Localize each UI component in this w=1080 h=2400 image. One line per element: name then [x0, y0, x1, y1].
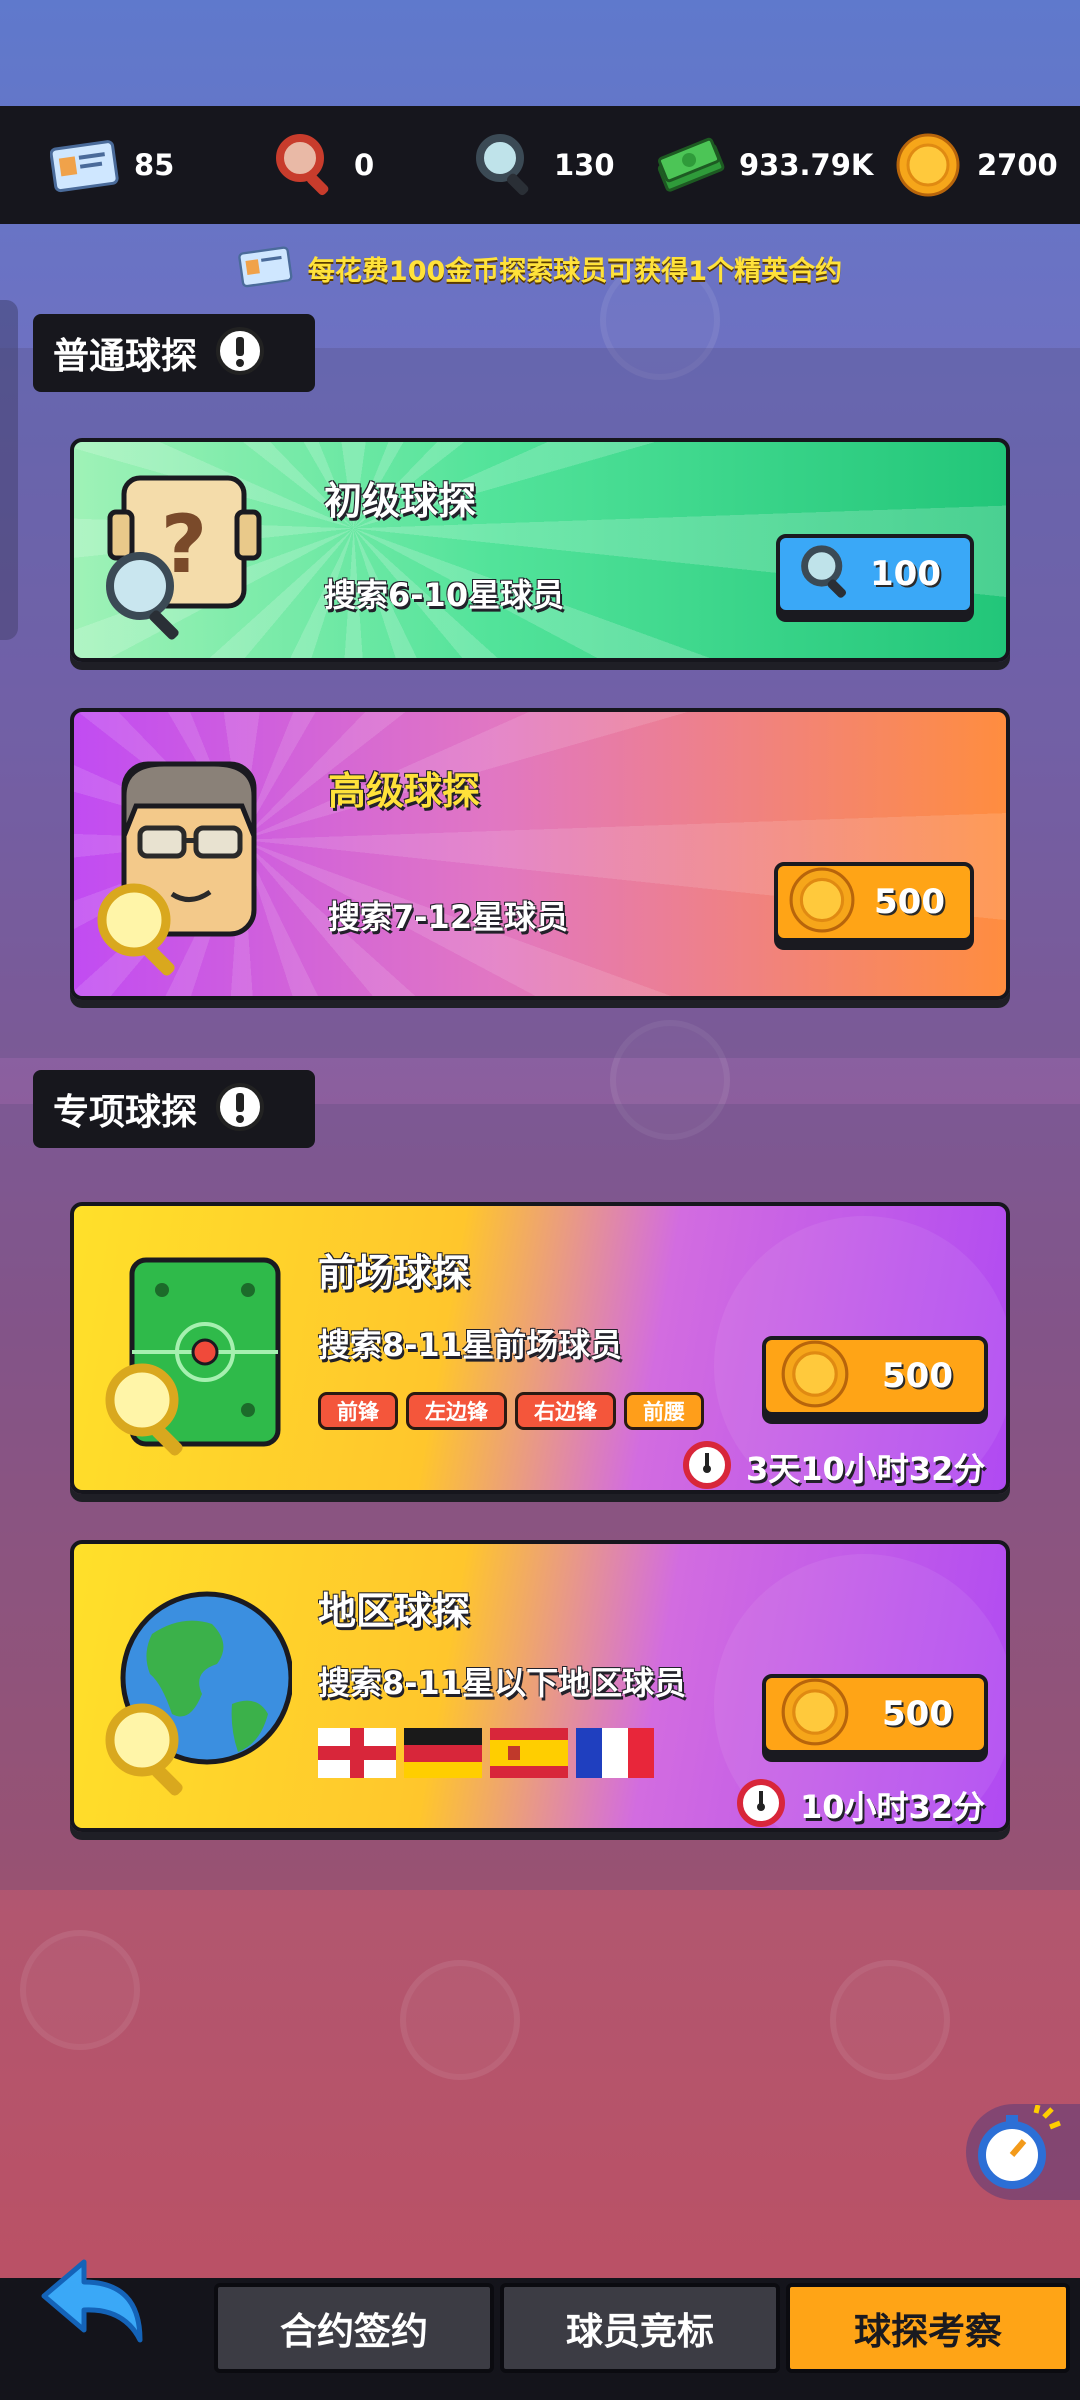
- card-description: 搜索6-10星球员: [324, 576, 565, 614]
- card-title: 地区球探: [318, 1589, 471, 1633]
- region-scout-card[interactable]: 地区球探 搜索8-11星以下地区球员 500 10小时32分: [70, 1540, 1010, 1832]
- england-flag: [318, 1728, 396, 1782]
- position-tag: 右边锋: [515, 1392, 616, 1430]
- gold-coin-icon: [780, 1339, 850, 1413]
- senior-scout-buy-button[interactable]: 500: [774, 862, 974, 942]
- position-tag: 前腰: [624, 1392, 704, 1430]
- senior-scout-card[interactable]: 高级球探 搜索7-12星球员 500: [70, 708, 1010, 1000]
- resource-blue-scout: 130: [470, 106, 615, 224]
- frontcourt-scout-buy-button[interactable]: 500: [762, 1336, 988, 1416]
- mystery-scout-icon: ?: [92, 460, 272, 650]
- cash-stack-icon: [655, 130, 725, 200]
- tab-player-bidding[interactable]: 球员竞标: [500, 2283, 780, 2373]
- tab-contract-signing[interactable]: 合约签约: [214, 2283, 494, 2373]
- red-scout-count: 0: [354, 148, 375, 182]
- resource-contracts: 85: [50, 106, 174, 224]
- refresh-timer: 3天10小时32分: [682, 1440, 986, 1490]
- card-title: 高级球探: [328, 769, 481, 813]
- section-title: 专项球探: [53, 1092, 198, 1133]
- globe-icon: [92, 1584, 294, 1804]
- notice-text: 每花费100金币探索球员可获得1个精英合约: [307, 255, 843, 287]
- junior-scout-card[interactable]: ? 初级球探 搜索6-10星球员 100: [70, 438, 1010, 662]
- blue-magnifier-icon: [470, 130, 540, 200]
- section-title: 普通球探: [53, 336, 198, 377]
- cost-amount: 100: [870, 554, 941, 594]
- resource-red-scout: 0: [270, 106, 374, 224]
- position-tag: 左边锋: [406, 1392, 507, 1430]
- notice-bar: 每花费100金币探索球员可获得1个精英合约: [0, 240, 1080, 296]
- speedup-button[interactable]: [966, 2104, 1080, 2200]
- card-title: 前场球探: [318, 1251, 471, 1295]
- senior-scout-avatar: [94, 756, 294, 976]
- tab-scout-expedition[interactable]: 球探考察: [786, 2283, 1070, 2373]
- spain-flag: [490, 1728, 568, 1782]
- gold-coin-icon: [780, 1677, 850, 1751]
- frontcourt-scout-card[interactable]: 前场球探 搜索8-11星前场球员 前锋 左边锋 右边锋 前腰 500 3天10小…: [70, 1202, 1010, 1494]
- background-ball: [400, 1960, 520, 2080]
- junior-scout-buy-button[interactable]: 100: [776, 534, 974, 614]
- coins-amount: 2700: [977, 148, 1058, 182]
- background-ball: [830, 1960, 950, 2080]
- position-tag: 前锋: [318, 1392, 398, 1430]
- contracts-count: 85: [134, 148, 175, 182]
- back-arrow-icon: [36, 2259, 156, 2360]
- cost-amount: 500: [882, 1694, 953, 1734]
- special-scout-header: 专项球探: [33, 1070, 315, 1148]
- stopwatch-icon: [974, 2104, 1064, 2199]
- cost-amount: 500: [874, 882, 945, 922]
- normal-scout-header: 普通球探: [33, 314, 315, 392]
- cash-amount: 933.79K: [739, 148, 874, 182]
- cost-amount: 500: [882, 1356, 953, 1396]
- contract-card-icon: [238, 244, 294, 292]
- timer-text: 3天10小时32分: [746, 1450, 986, 1488]
- background-ball: [20, 1930, 140, 2050]
- timer-text: 10小时32分: [800, 1788, 986, 1826]
- resource-bar: 85 0 130 933.79K 2700: [0, 106, 1080, 224]
- germany-flag: [404, 1728, 482, 1782]
- resource-cash: 933.79K: [655, 106, 873, 224]
- gold-coin-icon: [788, 866, 856, 938]
- stopwatch-icon: [682, 1440, 732, 1490]
- refresh-timer: 10小时32分: [736, 1778, 986, 1828]
- stopwatch-icon: [736, 1778, 786, 1828]
- football-pitch-icon: [92, 1250, 292, 1460]
- red-magnifier-icon: [270, 130, 340, 200]
- resource-coins: 2700: [893, 106, 1058, 224]
- card-description: 搜索7-12星球员: [328, 898, 569, 936]
- france-flag: [576, 1728, 654, 1782]
- card-description: 搜索8-11星前场球员: [318, 1326, 623, 1364]
- region-scout-buy-button[interactable]: 500: [762, 1674, 988, 1754]
- gold-coin-icon: [893, 130, 963, 200]
- blue-magnifier-icon: [796, 542, 856, 606]
- contract-card-icon: [50, 130, 120, 200]
- card-title: 初级球探: [324, 479, 477, 523]
- back-button[interactable]: [36, 2256, 156, 2356]
- exclamation-icon[interactable]: [215, 1082, 265, 1136]
- exclamation-icon[interactable]: [215, 326, 265, 380]
- region-flags: [318, 1728, 654, 1782]
- position-tags: 前锋 左边锋 右边锋 前腰: [318, 1392, 712, 1430]
- card-description: 搜索8-11星以下地区球员: [318, 1664, 687, 1702]
- blue-scout-count: 130: [554, 148, 615, 182]
